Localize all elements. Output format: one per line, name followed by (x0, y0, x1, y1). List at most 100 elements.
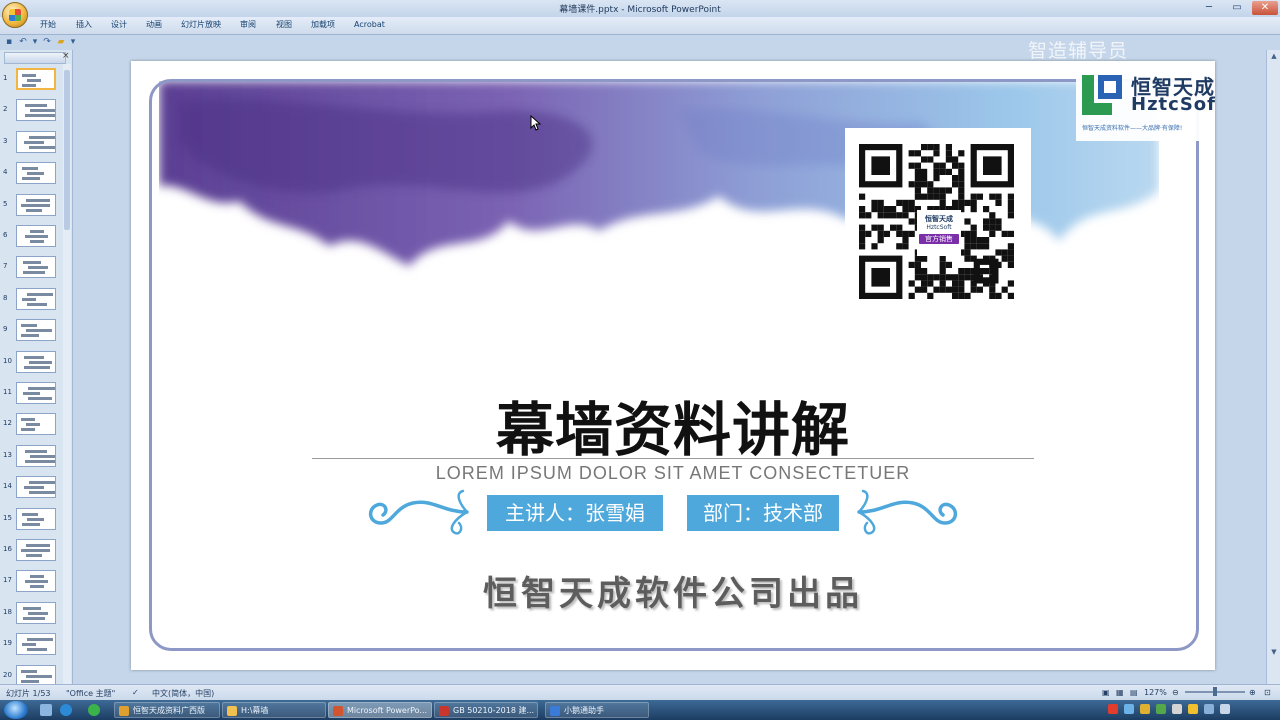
thumbnail-content-mark (30, 230, 44, 233)
thumbnail-content-mark (22, 522, 40, 526)
tab-acrobat[interactable]: Acrobat (354, 19, 385, 31)
minimize-button[interactable]: ─ (1196, 1, 1222, 15)
department-label[interactable]: 部门：技术部 (687, 495, 839, 531)
slide-thumbnail[interactable] (16, 193, 56, 216)
scroll-up-icon[interactable]: ▲ (1270, 52, 1278, 60)
slide-title[interactable]: 幕墙资料讲解 (131, 383, 1215, 467)
zoom-level[interactable]: 127% (1144, 688, 1167, 697)
redo-icon[interactable]: ↷ (42, 37, 52, 47)
slide-thumbnail[interactable] (16, 225, 56, 247)
tab-view[interactable]: 视图 (276, 19, 292, 31)
start-button[interactable] (4, 701, 28, 719)
slide-thumbnail[interactable] (16, 507, 56, 530)
qr-module (989, 286, 996, 293)
sorter-view-icon[interactable]: ▦ (1116, 688, 1124, 697)
tray-volume-icon[interactable] (1172, 704, 1182, 714)
thumbnail-number: 3 (3, 136, 8, 145)
slide-thumbnail[interactable] (16, 162, 56, 185)
qr-module (995, 224, 1002, 231)
normal-view-icon[interactable]: ▣ (1102, 688, 1110, 697)
panel-view-tabs[interactable] (4, 52, 66, 64)
qr-module (995, 193, 1002, 200)
tray-sogou-icon[interactable] (1108, 704, 1118, 714)
tab-insert[interactable]: 插入 (76, 19, 92, 31)
slide-thumbnail[interactable] (16, 539, 56, 561)
maximize-button[interactable]: ▭ (1224, 1, 1250, 15)
office-button[interactable] (2, 2, 28, 28)
qr-module (952, 162, 959, 169)
app-icon[interactable] (88, 704, 100, 716)
tray-app-icon[interactable] (1156, 704, 1166, 714)
qr-module (877, 206, 884, 213)
qr-module (945, 144, 952, 151)
qr-module (890, 212, 897, 219)
spellcheck-icon[interactable]: ✓ (132, 688, 139, 697)
slide-canvas[interactable]: 恒智天成 HztcSoft 恒智天成资料软件——大品牌·有保障! 恒智天成 Hz… (131, 61, 1215, 670)
qr-module (964, 274, 971, 281)
slide-thumbnail[interactable] (16, 601, 56, 624)
slideshow-view-icon[interactable]: ▤ (1130, 688, 1138, 697)
browser-icon[interactable] (60, 704, 72, 716)
tab-animation[interactable]: 动画 (146, 19, 162, 31)
fit-window-icon[interactable]: ⊡ (1264, 688, 1271, 697)
folder-icon[interactable]: ▰ (56, 37, 66, 47)
slide-thumbnail[interactable] (16, 319, 56, 342)
close-button[interactable]: ✕ (1252, 1, 1278, 15)
slide-thumbnail[interactable] (16, 256, 56, 279)
dropdown-icon[interactable]: ▾ (30, 37, 40, 47)
slide-thumbnail[interactable] (16, 382, 56, 404)
tab-slideshow[interactable]: 幻灯片放映 (181, 19, 221, 31)
language-indicator[interactable]: 中文(简体，中国) (152, 688, 214, 699)
qr-module (865, 212, 872, 219)
taskbar-item-assistant[interactable]: 小鹅通助手 (545, 702, 649, 718)
qr-module (877, 212, 884, 219)
taskbar-item-hztc[interactable]: 恒智天成资料广西版 (114, 702, 220, 718)
slide-thumbnail[interactable] (16, 350, 56, 373)
zoom-in-icon[interactable]: ⊕ (1249, 688, 1256, 697)
qr-module (908, 199, 915, 206)
speaker-label[interactable]: 主讲人：张雪娟 (487, 495, 663, 531)
scroll-down-icon[interactable]: ▼ (1270, 648, 1278, 656)
slide-scrollbar[interactable]: ▲ ▼ (1266, 50, 1280, 684)
tray-security-icon[interactable] (1140, 704, 1150, 714)
undo-icon[interactable]: ↶ (18, 37, 28, 47)
taskbar-item-folder[interactable]: H:\幕墙 (222, 702, 326, 718)
zoom-slider-handle[interactable] (1213, 687, 1217, 696)
slide-thumbnail[interactable] (16, 99, 56, 122)
qr-module (1007, 193, 1014, 200)
tab-design[interactable]: 设计 (111, 19, 127, 31)
slide-subtitle[interactable]: LOREM IPSUM DOLOR SIT AMET CONSECTETUER (131, 463, 1215, 484)
taskbar-item-pdf[interactable]: GB 50210-2018 建... (434, 702, 538, 718)
slide-thumbnail[interactable] (16, 413, 56, 436)
slide-thumbnail[interactable] (16, 476, 56, 499)
qr-module (989, 193, 996, 200)
slide-thumbnail[interactable] (16, 68, 56, 90)
company-credit[interactable]: 恒智天成软件公司出品 (131, 566, 1215, 615)
qr-module (939, 261, 946, 268)
qr-module (964, 268, 971, 275)
customize-icon[interactable]: ▾ (68, 37, 78, 47)
thumbnail-content-mark (26, 544, 50, 547)
qr-center-logo: 恒智天成 HztcSoft 官方销售 (917, 210, 961, 256)
tab-review[interactable]: 审阅 (240, 19, 256, 31)
slide-thumbnail[interactable] (16, 444, 56, 467)
tray-network-icon[interactable] (1124, 704, 1134, 714)
taskbar-item-powerpoint[interactable]: Microsoft PowerPo... (328, 702, 432, 718)
tray-flag-icon[interactable] (1204, 704, 1214, 714)
slide-thumbnail[interactable] (16, 570, 56, 593)
slide-thumbnail[interactable] (16, 633, 56, 656)
save-icon[interactable]: ▪ (4, 37, 14, 47)
panel-close-button[interactable]: × (62, 51, 70, 61)
slide-thumbnail[interactable] (16, 130, 56, 153)
tab-addins[interactable]: 加载项 (311, 19, 335, 31)
show-desktop-icon[interactable] (40, 704, 52, 716)
tray-clock[interactable] (1220, 704, 1230, 714)
qr-module (914, 175, 921, 182)
zoom-out-icon[interactable]: ⊖ (1172, 688, 1179, 697)
tab-home[interactable]: 开始 (40, 19, 56, 31)
slide-thumbnail[interactable] (16, 287, 56, 310)
window-title: 幕墙课件.pptx - Microsoft PowerPoint (559, 5, 721, 15)
panel-scroll-thumb[interactable] (64, 70, 70, 230)
qr-module (958, 162, 965, 169)
tray-notify-icon[interactable] (1188, 704, 1198, 714)
